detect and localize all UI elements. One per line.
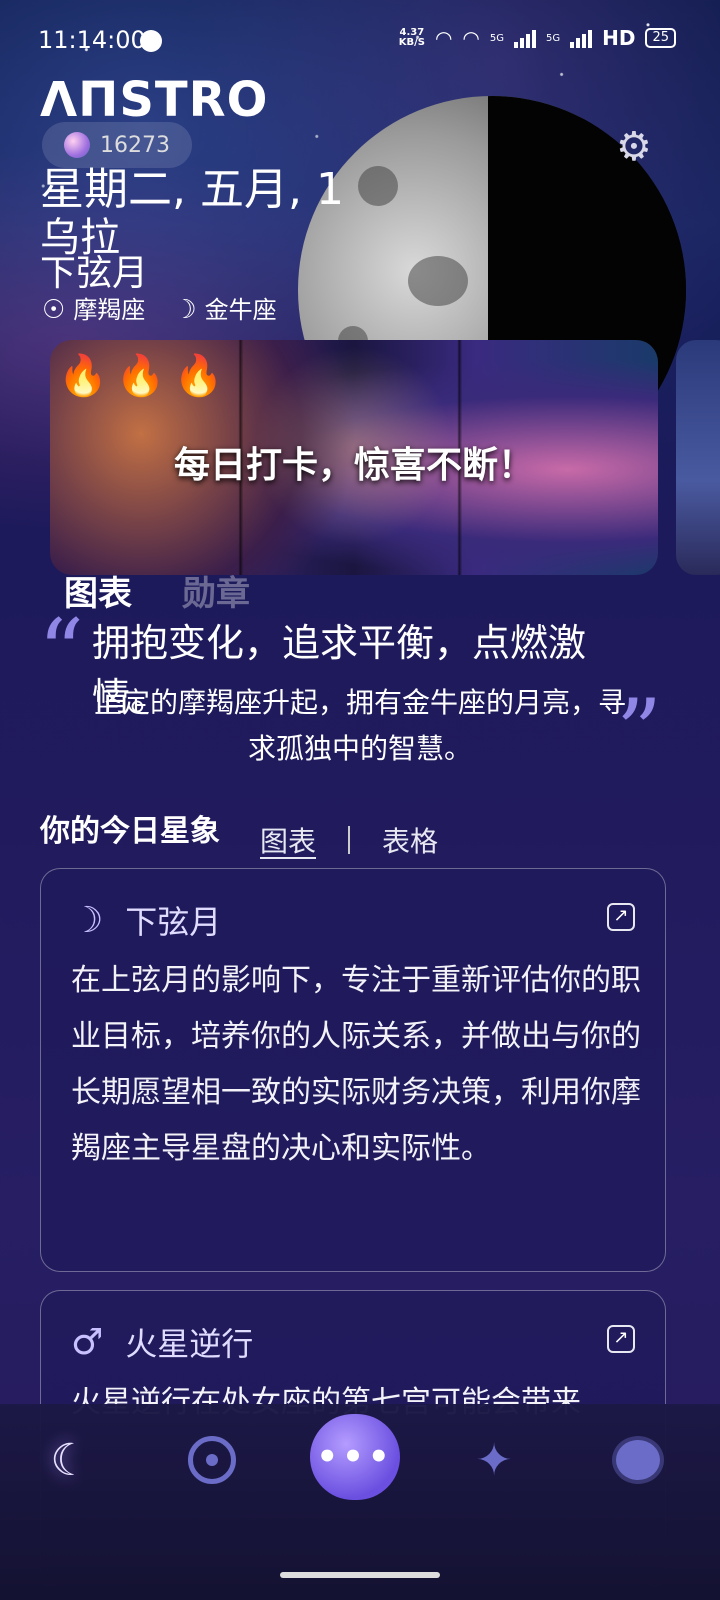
network-speed: 4.37 KB/S [398, 27, 425, 48]
mars-icon: ♂ [71, 1321, 104, 1363]
signal-label-1: 5G [489, 32, 504, 44]
status-icons: 4.37 KB/S ◠ ◠ 5G 5G HD 25 [399, 26, 676, 50]
sun-sign: ☉ 摩羯座 [42, 295, 146, 325]
wifi-icon: ◠ [434, 26, 453, 50]
card-title: 下弦月 [125, 903, 222, 941]
sun-icon: ☉ [42, 295, 66, 325]
status-bar: 11:14:00 4.37 KB/S ◠ ◠ 5G 5G HD 25 [0, 0, 720, 80]
hd-label: HD [602, 26, 636, 50]
crescent-icon: ☽ [173, 295, 197, 325]
view-chart-tab[interactable]: 图表 [260, 820, 316, 860]
close-quote-icon: ” [616, 680, 663, 785]
moon-sign: ☽ 金牛座 [173, 295, 277, 325]
view-table-tab[interactable]: 表格 [382, 820, 438, 860]
card-header: ♂ 火星逆行 [71, 1319, 253, 1365]
date-text: 星期二, 五月, 1 [40, 164, 344, 215]
planet-icon [64, 132, 90, 158]
battery-icon: 25 [645, 28, 676, 48]
card-body: 在上弦月的影响下，专注于重新评估你的职业目标，培养你的人际关系，并做出与你的长期… [71, 963, 641, 1166]
points-value: 16273 [100, 132, 170, 158]
card-header: ☽ 下弦月 [71, 897, 221, 943]
signal-icon-2 [570, 28, 593, 48]
home-indicator[interactable] [280, 1572, 440, 1578]
nav-sparkles-icon[interactable]: ✦ [466, 1432, 522, 1488]
gear-icon[interactable]: ⚙ [616, 124, 652, 170]
top-tabs: 图表 勋章 [64, 566, 250, 615]
status-time: 11:14:00 [38, 26, 146, 54]
quote-body: 坚定的摩羯座升起，拥有金牛座的月亮，寻求孤独中的智慧。 [93, 686, 626, 765]
signal-label-2: 5G [545, 32, 561, 44]
card-title: 火星逆行 [125, 1325, 254, 1363]
nav-today-icon[interactable]: ☾ [42, 1432, 98, 1488]
signs-row: ☉ 摩羯座 ☽ 金牛座 [42, 290, 277, 325]
wifi-icon-2: ◠ [462, 26, 480, 50]
share-icon[interactable]: ↗ [607, 1325, 635, 1353]
next-banner-peek[interactable] [676, 340, 720, 575]
app-logo: ΛΠSTRO [40, 72, 269, 128]
nav-planet-icon[interactable] [610, 1432, 666, 1488]
points-badge[interactable]: 16273 [42, 122, 192, 168]
tab-badges[interactable]: 勋章 [182, 566, 250, 615]
flame-icons: 🔥🔥🔥 [58, 353, 232, 399]
banner-text: 每日打卡，惊喜不断！ [173, 445, 534, 486]
divider [348, 826, 351, 854]
notification-icon [140, 30, 162, 52]
signal-icon [513, 28, 536, 48]
horoscope-card[interactable]: ☽ 下弦月 ↗ 在上弦月的影响下，专注于重新评估你的职业目标，培养你的人际关系，… [40, 868, 666, 1272]
nav-chart-icon[interactable] [184, 1432, 240, 1488]
view-toggle: 图表 表格 [260, 820, 438, 860]
open-quote-icon: “ [38, 600, 85, 705]
moon-icon: ☽ [71, 899, 104, 941]
section-title: 你的今日星象 [40, 814, 220, 849]
share-icon[interactable]: ↗ [607, 903, 635, 931]
chat-button[interactable]: ••• [310, 1414, 400, 1500]
